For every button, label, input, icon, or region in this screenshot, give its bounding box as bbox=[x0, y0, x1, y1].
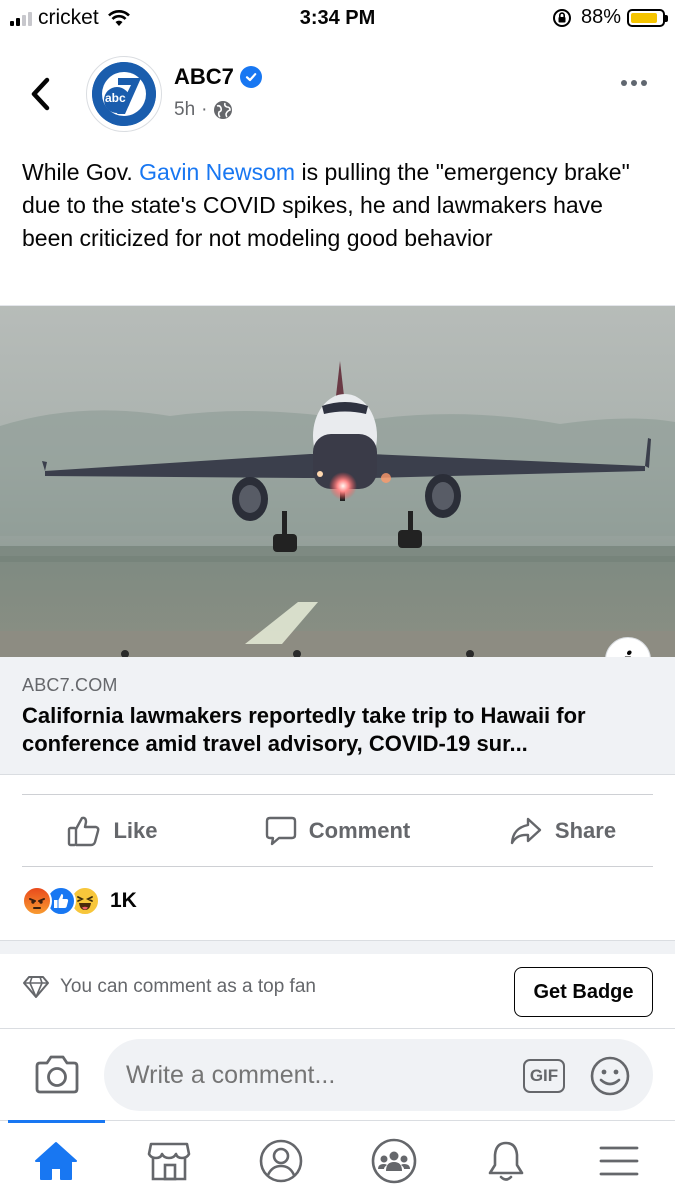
status-right: 88% bbox=[551, 6, 668, 29]
avatar-text: abc bbox=[105, 91, 126, 105]
tab-marketplace[interactable] bbox=[113, 1121, 226, 1200]
page-name-text[interactable]: ABC7 bbox=[174, 64, 234, 90]
post-header: abc 7 ABC7 5h · bbox=[0, 50, 675, 140]
post-meta: 5h · bbox=[174, 99, 233, 121]
emoji-icon[interactable] bbox=[589, 1055, 631, 1097]
comment-label: Comment bbox=[308, 818, 411, 843]
share-label: Share bbox=[554, 818, 617, 843]
section-separator bbox=[0, 940, 675, 954]
comment-button[interactable]: Comment bbox=[225, 796, 450, 866]
tab-notifications[interactable] bbox=[450, 1121, 563, 1200]
like-label: Like bbox=[113, 818, 158, 843]
top-fan-notice: You can comment as a top fan bbox=[22, 975, 316, 999]
comment-input[interactable] bbox=[104, 1039, 653, 1111]
verified-badge-icon bbox=[239, 66, 262, 88]
orientation-lock-icon bbox=[552, 8, 571, 27]
share-arrow-icon bbox=[510, 817, 542, 845]
profile-icon bbox=[259, 1139, 303, 1182]
status-bar: cricket 3:34 PM 88% bbox=[0, 0, 675, 40]
page-avatar[interactable]: abc 7 bbox=[86, 56, 162, 132]
top-fan-text: You can comment as a top fan bbox=[60, 976, 316, 997]
groups-icon bbox=[371, 1138, 417, 1183]
abc7-logo: abc 7 bbox=[92, 62, 156, 126]
battery-fill bbox=[631, 12, 658, 23]
post-caption: While Gov. Gavin Newsom is pulling the "… bbox=[22, 156, 658, 255]
get-badge-button[interactable]: Get Badge bbox=[514, 967, 653, 1017]
reaction-count: 1K bbox=[110, 889, 137, 912]
tab-groups[interactable] bbox=[338, 1121, 451, 1200]
link-preview-meta[interactable]: ABC7.COM California lawmakers reportedly… bbox=[0, 657, 675, 775]
camera-icon[interactable] bbox=[34, 1053, 80, 1095]
home-icon bbox=[35, 1141, 78, 1180]
battery-percent: 88% bbox=[580, 6, 621, 28]
diamond-icon bbox=[23, 976, 49, 998]
share-button[interactable]: Share bbox=[450, 796, 675, 866]
caption-before: While Gov. bbox=[22, 159, 140, 185]
gif-button[interactable]: GIF bbox=[523, 1059, 565, 1093]
bottom-tab-bar bbox=[0, 1120, 675, 1200]
more-options-icon[interactable] bbox=[621, 80, 647, 86]
thumbs-up-icon bbox=[68, 816, 100, 847]
page-name[interactable]: ABC7 bbox=[174, 64, 262, 90]
link-preview-image[interactable] bbox=[0, 305, 675, 657]
menu-icon bbox=[599, 1146, 639, 1175]
back-arrow-icon[interactable] bbox=[26, 74, 56, 114]
divider bbox=[22, 866, 653, 867]
meta-separator: · bbox=[201, 99, 208, 120]
globe-icon bbox=[214, 101, 233, 119]
comment-composer: GIF bbox=[0, 1028, 675, 1120]
marketplace-icon bbox=[147, 1142, 191, 1180]
tab-profile[interactable] bbox=[225, 1121, 338, 1200]
mention-link[interactable]: Gavin Newsom bbox=[139, 159, 295, 185]
notifications-icon bbox=[488, 1141, 524, 1181]
post-actions: Like Comment Share bbox=[0, 796, 675, 866]
like-button[interactable]: Like bbox=[0, 796, 225, 866]
battery-icon bbox=[627, 8, 668, 27]
link-domain: ABC7.COM bbox=[22, 675, 118, 695]
tab-menu[interactable] bbox=[563, 1121, 675, 1200]
tab-home[interactable] bbox=[0, 1120, 113, 1200]
comment-bubble-icon bbox=[265, 816, 296, 846]
airplane-photo bbox=[0, 306, 675, 657]
post-time[interactable]: 5h bbox=[174, 99, 195, 121]
link-title[interactable]: California lawmakers reportedly take tri… bbox=[22, 702, 653, 758]
divider bbox=[22, 794, 653, 795]
reaction-summary[interactable]: 1K bbox=[22, 886, 137, 916]
angry-reaction-icon bbox=[22, 886, 52, 916]
